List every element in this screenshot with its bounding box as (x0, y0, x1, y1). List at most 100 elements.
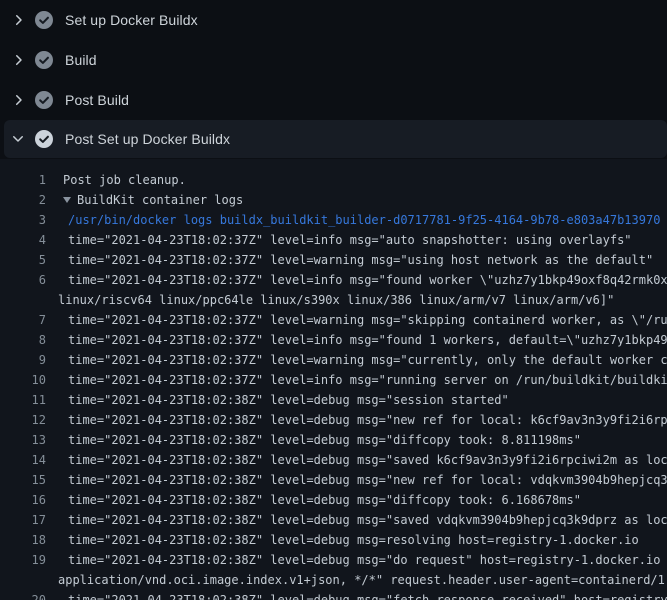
log-row: 14 time="2021-04-23T18:02:38Z" level=deb… (0, 450, 667, 470)
log-row: 17 time="2021-04-23T18:02:38Z" level=deb… (0, 510, 667, 530)
line-number[interactable]: 15 (0, 473, 46, 487)
line-number[interactable]: 10 (0, 373, 46, 387)
log-text-content: time="2021-04-23T18:02:38Z" level=debug … (68, 593, 667, 600)
log-row: 10 time="2021-04-23T18:02:37Z" level=inf… (0, 370, 667, 390)
log-text: time="2021-04-23T18:02:37Z" level=warnin… (68, 313, 667, 327)
line-number[interactable]: 4 (0, 233, 46, 247)
log-text-content: application/vnd.oci.image.index.v1+json,… (58, 573, 667, 587)
line-number[interactable]: 8 (0, 333, 46, 347)
log-text: application/vnd.oci.image.index.v1+json,… (58, 573, 667, 587)
line-number[interactable]: 3 (0, 213, 46, 227)
log-text: time="2021-04-23T18:02:37Z" level=info m… (68, 273, 667, 287)
log-text: time="2021-04-23T18:02:37Z" level=warnin… (68, 253, 653, 267)
step-label: Set up Docker Buildx (65, 12, 198, 28)
step-row-post-build[interactable]: Post Build (0, 80, 667, 119)
log-text-content: Post job cleanup. (63, 173, 186, 187)
check-circle-icon (35, 11, 53, 29)
log-text-content: time="2021-04-23T18:02:38Z" level=debug … (68, 413, 667, 427)
log-text: time="2021-04-23T18:02:38Z" level=debug … (68, 393, 509, 407)
step-row-build[interactable]: Build (0, 40, 667, 80)
line-number[interactable]: 13 (0, 433, 46, 447)
log-lines: 1 Post job cleanup. 2 BuildKit container… (0, 170, 667, 600)
line-number[interactable]: 9 (0, 353, 46, 367)
log-text-content: time="2021-04-23T18:02:37Z" level=info m… (68, 273, 667, 287)
log-text-content: time="2021-04-23T18:02:38Z" level=debug … (68, 453, 667, 467)
line-number[interactable]: 7 (0, 313, 46, 327)
log-text: time="2021-04-23T18:02:37Z" level=info m… (68, 373, 667, 387)
log-text: time="2021-04-23T18:02:37Z" level=info m… (68, 233, 632, 247)
line-number[interactable]: 5 (0, 253, 46, 267)
log-text: time="2021-04-23T18:02:37Z" level=warnin… (68, 353, 667, 367)
log-row: 7 time="2021-04-23T18:02:37Z" level=warn… (0, 310, 667, 330)
log-text-content: time="2021-04-23T18:02:38Z" level=debug … (68, 533, 639, 547)
log-row: 3 /usr/bin/docker logs buildx_buildkit_b… (0, 210, 667, 230)
line-number[interactable]: 19 (0, 553, 46, 567)
log-text-content: BuildKit container logs (77, 193, 243, 207)
log-text-content: time="2021-04-23T18:02:37Z" level=warnin… (68, 253, 653, 267)
step-row-post-set-up-docker-buildx[interactable]: Post Set up Docker Buildx (4, 120, 667, 158)
log-text: BuildKit container logs (63, 193, 243, 207)
log-row: 12 time="2021-04-23T18:02:38Z" level=deb… (0, 410, 667, 430)
line-number[interactable]: 11 (0, 393, 46, 407)
log-row: linux/riscv64 linux/ppc64le linux/s390x … (0, 290, 667, 310)
line-number[interactable]: 18 (0, 533, 46, 547)
check-circle-icon (35, 51, 53, 69)
log-text: time="2021-04-23T18:02:38Z" level=debug … (68, 413, 667, 427)
log-text: time="2021-04-23T18:02:38Z" level=debug … (68, 493, 581, 507)
log-text: linux/riscv64 linux/ppc64le linux/s390x … (58, 293, 614, 307)
log-row[interactable]: 2 BuildKit container logs (0, 190, 667, 210)
line-number[interactable]: 12 (0, 413, 46, 427)
log-row: 6 time="2021-04-23T18:02:37Z" level=info… (0, 270, 667, 290)
log-text: time="2021-04-23T18:02:38Z" level=debug … (68, 433, 581, 447)
collapse-triangle-icon[interactable] (63, 197, 71, 203)
log-row: 20 time="2021-04-23T18:02:38Z" level=deb… (0, 590, 667, 600)
steps-list: Set up Docker Buildx Build (0, 0, 667, 159)
chevron-right-icon (10, 92, 26, 108)
line-number[interactable]: 20 (0, 593, 46, 600)
log-text: time="2021-04-23T18:02:38Z" level=debug … (68, 533, 639, 547)
actions-log-panel: Set up Docker Buildx Build (0, 0, 667, 600)
log-text-content: linux/riscv64 linux/ppc64le linux/s390x … (58, 293, 614, 307)
log-text: time="2021-04-23T18:02:38Z" level=debug … (68, 453, 667, 467)
line-number[interactable]: 14 (0, 453, 46, 467)
log-row: 19 time="2021-04-23T18:02:38Z" level=deb… (0, 550, 667, 570)
log-command-text: /usr/bin/docker logs buildx_buildkit_bui… (68, 213, 660, 227)
check-circle-icon (35, 130, 53, 148)
line-number[interactable]: 17 (0, 513, 46, 527)
log-row: 9 time="2021-04-23T18:02:37Z" level=warn… (0, 350, 667, 370)
log-text-content: time="2021-04-23T18:02:37Z" level=warnin… (68, 353, 667, 367)
log-text-content: time="2021-04-23T18:02:38Z" level=debug … (68, 433, 581, 447)
line-number[interactable]: 16 (0, 493, 46, 507)
chevron-down-icon (10, 131, 26, 147)
log-text: Post job cleanup. (63, 173, 186, 187)
log-row: 18 time="2021-04-23T18:02:38Z" level=deb… (0, 530, 667, 550)
log-text-content: time="2021-04-23T18:02:38Z" level=debug … (68, 513, 667, 527)
log-text: time="2021-04-23T18:02:38Z" level=debug … (68, 473, 667, 487)
log-text-content: time="2021-04-23T18:02:38Z" level=debug … (68, 553, 667, 567)
line-number[interactable]: 6 (0, 273, 46, 287)
log-row: 16 time="2021-04-23T18:02:38Z" level=deb… (0, 490, 667, 510)
log-row: application/vnd.oci.image.index.v1+json,… (0, 570, 667, 590)
line-number[interactable]: 2 (0, 193, 46, 207)
log-text-content: time="2021-04-23T18:02:37Z" level=info m… (68, 373, 667, 387)
step-label: Post Build (65, 92, 129, 108)
log-row: 8 time="2021-04-23T18:02:37Z" level=info… (0, 330, 667, 350)
log-text-content: time="2021-04-23T18:02:37Z" level=warnin… (68, 313, 667, 327)
log-text-content: time="2021-04-23T18:02:38Z" level=debug … (68, 393, 509, 407)
log-text-content: time="2021-04-23T18:02:38Z" level=debug … (68, 473, 667, 487)
chevron-right-icon (10, 12, 26, 28)
log-text: time="2021-04-23T18:02:38Z" level=debug … (68, 593, 667, 600)
step-row-set-up-docker-buildx[interactable]: Set up Docker Buildx (0, 0, 667, 40)
log-text: time="2021-04-23T18:02:37Z" level=info m… (68, 333, 667, 347)
step-label: Build (65, 52, 97, 68)
chevron-right-icon (10, 52, 26, 68)
log-row: 4 time="2021-04-23T18:02:37Z" level=info… (0, 230, 667, 250)
line-number[interactable]: 1 (0, 173, 46, 187)
log-text: time="2021-04-23T18:02:38Z" level=debug … (68, 513, 667, 527)
log-row: 13 time="2021-04-23T18:02:38Z" level=deb… (0, 430, 667, 450)
log-row: 1 Post job cleanup. (0, 170, 667, 190)
log-text-content: time="2021-04-23T18:02:38Z" level=debug … (68, 493, 581, 507)
log-text-content: time="2021-04-23T18:02:37Z" level=info m… (68, 233, 632, 247)
log-row: 11 time="2021-04-23T18:02:38Z" level=deb… (0, 390, 667, 410)
check-circle-icon (35, 91, 53, 109)
